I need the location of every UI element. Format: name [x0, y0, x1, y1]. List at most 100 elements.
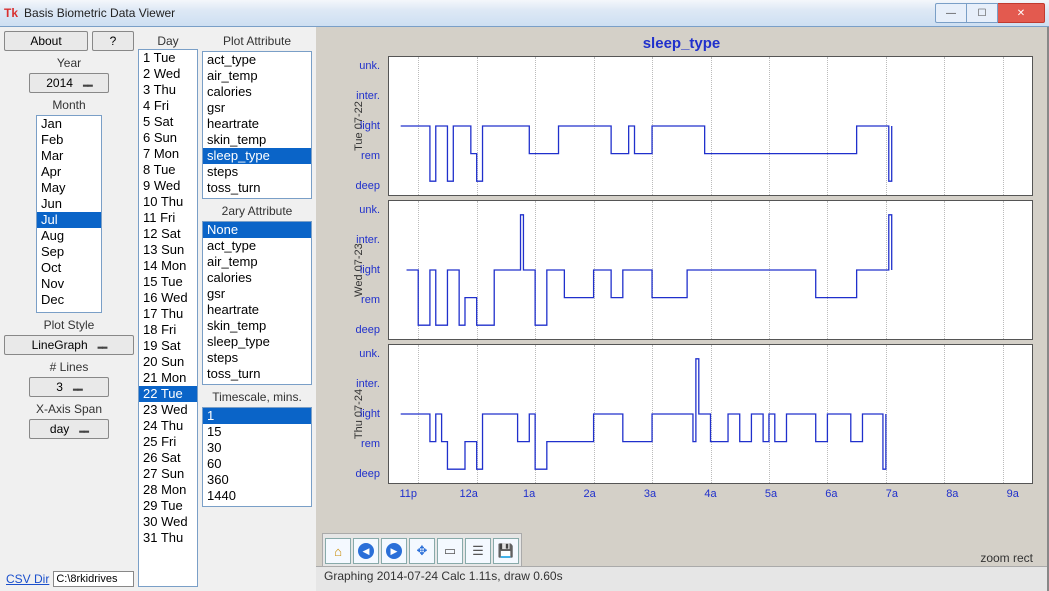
csv-dir-field[interactable]: C:\8rkidrives: [53, 571, 134, 587]
list-item[interactable]: skin_temp: [203, 132, 311, 148]
day-listbox[interactable]: 1 Tue2 Wed3 Thu4 Fri5 Sat6 Sun7 Mon8 Tue…: [138, 49, 198, 587]
list-item[interactable]: Feb: [37, 132, 101, 148]
list-item[interactable]: 29 Tue: [139, 498, 197, 514]
list-item[interactable]: 24 Thu: [139, 418, 197, 434]
list-item[interactable]: 7 Mon: [139, 146, 197, 162]
list-item[interactable]: sleep_type: [203, 334, 311, 350]
list-item[interactable]: 23 Wed: [139, 402, 197, 418]
minimize-button[interactable]: —: [935, 3, 967, 23]
xaxis-span-dropdown[interactable]: day ▂▂: [29, 419, 109, 439]
list-item[interactable]: gsr: [203, 100, 311, 116]
control-column-1: About ? Year 2014 ▂▂ Month JanFebMarAprM…: [0, 27, 138, 591]
x-tick-label: 12a: [459, 488, 477, 500]
list-item[interactable]: 13 Sun: [139, 242, 197, 258]
xaxis-span-label: X-Axis Span: [4, 399, 134, 417]
matplotlib-toolbar: ⌂ ◀ ▶ ✥ ▭ ☰ 💾: [322, 533, 522, 569]
list-item[interactable]: 18 Fri: [139, 322, 197, 338]
list-item[interactable]: 4 Fri: [139, 98, 197, 114]
list-item[interactable]: 14 Mon: [139, 258, 197, 274]
plot-box[interactable]: [388, 344, 1033, 484]
list-item[interactable]: 27 Sun: [139, 466, 197, 482]
close-button[interactable]: ✕: [998, 3, 1045, 23]
list-item[interactable]: 3 Thu: [139, 82, 197, 98]
help-button[interactable]: ?: [92, 31, 134, 51]
list-item[interactable]: 1440: [203, 488, 311, 504]
list-item[interactable]: heartrate: [203, 302, 311, 318]
list-item[interactable]: Jun: [37, 196, 101, 212]
list-item[interactable]: act_type: [203, 238, 311, 254]
num-lines-dropdown[interactable]: 3 ▂▂: [29, 377, 109, 397]
subplots-icon[interactable]: ☰: [465, 538, 491, 564]
list-item[interactable]: 25 Fri: [139, 434, 197, 450]
list-item[interactable]: 30 Wed: [139, 514, 197, 530]
list-item[interactable]: 360: [203, 472, 311, 488]
list-item[interactable]: toss_turn: [203, 366, 311, 382]
list-item[interactable]: Jul: [37, 212, 101, 228]
list-item[interactable]: heartrate: [203, 116, 311, 132]
plot-style-dropdown[interactable]: LineGraph ▂▂: [4, 335, 134, 355]
year-dropdown[interactable]: 2014 ▂▂: [29, 73, 109, 93]
list-item[interactable]: May: [37, 180, 101, 196]
list-item[interactable]: Jan: [37, 116, 101, 132]
list-item[interactable]: 15: [203, 424, 311, 440]
list-item[interactable]: act_type: [203, 52, 311, 68]
list-item[interactable]: gsr: [203, 286, 311, 302]
list-item[interactable]: 6 Sun: [139, 130, 197, 146]
about-button[interactable]: About: [4, 31, 88, 51]
list-item[interactable]: 21 Mon: [139, 370, 197, 386]
list-item[interactable]: 16 Wed: [139, 290, 197, 306]
timescale-listbox[interactable]: 11530603601440: [202, 407, 312, 507]
list-item[interactable]: 5 Sat: [139, 114, 197, 130]
list-item[interactable]: calories: [203, 270, 311, 286]
window-title: Basis Biometric Data Viewer: [24, 6, 935, 20]
list-item[interactable]: 60: [203, 456, 311, 472]
home-icon[interactable]: ⌂: [325, 538, 351, 564]
sec-attr-listbox[interactable]: Noneact_typeair_tempcaloriesgsrheartrate…: [202, 221, 312, 385]
list-item[interactable]: 30: [203, 440, 311, 456]
pan-icon[interactable]: ✥: [409, 538, 435, 564]
list-item[interactable]: 10 Thu: [139, 194, 197, 210]
list-item[interactable]: 22 Tue: [139, 386, 197, 402]
list-item[interactable]: calories: [203, 84, 311, 100]
list-item[interactable]: 20 Sun: [139, 354, 197, 370]
list-item[interactable]: skin_temp: [203, 318, 311, 334]
day-column: Day 1 Tue2 Wed3 Thu4 Fri5 Sat6 Sun7 Mon8…: [138, 27, 198, 591]
plot-box[interactable]: [388, 56, 1033, 196]
list-item[interactable]: air_temp: [203, 254, 311, 270]
list-item[interactable]: 9 Wed: [139, 178, 197, 194]
list-item[interactable]: 1: [203, 408, 311, 424]
list-item[interactable]: Aug: [37, 228, 101, 244]
list-item[interactable]: None: [203, 222, 311, 238]
list-item[interactable]: Nov: [37, 276, 101, 292]
list-item[interactable]: toss_turn: [203, 180, 311, 196]
list-item[interactable]: 19 Sat: [139, 338, 197, 354]
back-icon[interactable]: ◀: [353, 538, 379, 564]
list-item[interactable]: Dec: [37, 292, 101, 308]
list-item[interactable]: 8 Tue: [139, 162, 197, 178]
plot-attr-listbox[interactable]: act_typeair_tempcaloriesgsrheartrateskin…: [202, 51, 312, 199]
list-item[interactable]: 26 Sat: [139, 450, 197, 466]
list-item[interactable]: 17 Thu: [139, 306, 197, 322]
list-item[interactable]: 2 Wed: [139, 66, 197, 82]
list-item[interactable]: 1 Tue: [139, 50, 197, 66]
save-icon[interactable]: 💾: [493, 538, 519, 564]
list-item[interactable]: steps: [203, 164, 311, 180]
list-item[interactable]: 12 Sat: [139, 226, 197, 242]
month-listbox[interactable]: JanFebMarAprMayJunJulAugSepOctNovDec: [36, 115, 102, 313]
list-item[interactable]: 11 Fri: [139, 210, 197, 226]
list-item[interactable]: Oct: [37, 260, 101, 276]
list-item[interactable]: Mar: [37, 148, 101, 164]
list-item[interactable]: 31 Thu: [139, 530, 197, 546]
list-item[interactable]: sleep_type: [203, 148, 311, 164]
list-item[interactable]: Apr: [37, 164, 101, 180]
zoom-icon[interactable]: ▭: [437, 538, 463, 564]
list-item[interactable]: air_temp: [203, 68, 311, 84]
list-item[interactable]: 15 Tue: [139, 274, 197, 290]
list-item[interactable]: steps: [203, 350, 311, 366]
list-item[interactable]: 28 Mon: [139, 482, 197, 498]
forward-icon[interactable]: ▶: [381, 538, 407, 564]
list-item[interactable]: Sep: [37, 244, 101, 260]
maximize-button[interactable]: ☐: [967, 3, 998, 23]
csv-dir-link[interactable]: CSV Dir: [4, 572, 51, 586]
plot-box[interactable]: [388, 200, 1033, 340]
